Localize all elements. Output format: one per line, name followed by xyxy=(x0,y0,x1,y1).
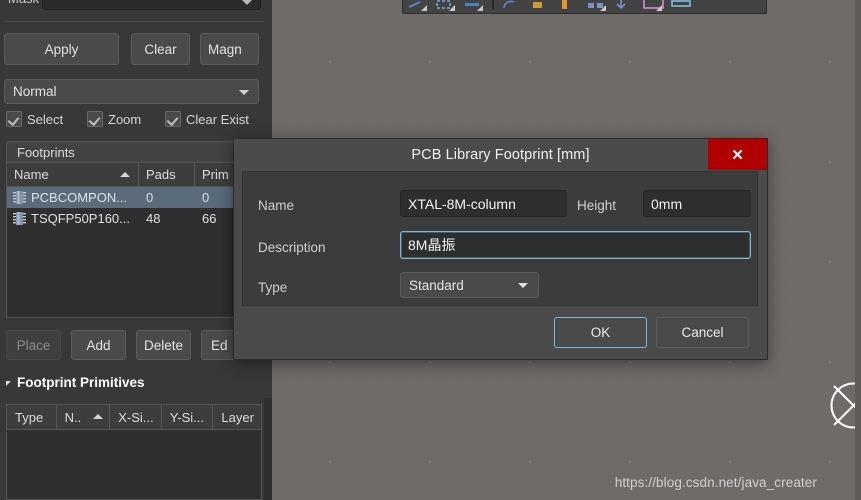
primitives-table-header: Type N.. X-Si... Y-Si... Layer xyxy=(7,405,261,430)
polygon-tool-icon[interactable] xyxy=(642,0,664,11)
footprints-table-header: Name Pads Prim xyxy=(7,163,261,187)
type-label: Type xyxy=(258,280,288,295)
column-header-y-size-label: Y-Si... xyxy=(169,409,204,425)
chevron-down-icon xyxy=(239,90,249,95)
column-header-pads-label: Pads xyxy=(146,167,176,182)
zoom-checkbox-label: Zoom xyxy=(108,111,142,127)
application-window: https://blog.csdn.net/java_creater Apply… xyxy=(0,0,861,500)
cancel-button[interactable]: Cancel xyxy=(656,317,749,348)
string-tool-icon[interactable] xyxy=(586,0,606,11)
table-row[interactable]: TSQFP50P160... 48 66 xyxy=(7,208,261,229)
column-header-x-size-label: X-Si... xyxy=(118,409,154,425)
description-label: Description xyxy=(258,240,326,255)
checkbox-check-icon xyxy=(6,111,22,127)
line-tool-icon[interactable] xyxy=(407,0,427,11)
footprint-primitives-header[interactable]: Footprint Primitives xyxy=(6,375,145,390)
collapse-triangle-icon xyxy=(6,381,11,386)
checkbox-check-icon xyxy=(87,111,103,127)
sort-ascending-icon xyxy=(93,414,104,419)
footprint-pads: 0 xyxy=(146,190,154,205)
magnify-button[interactable]: Magn xyxy=(200,33,259,65)
name-label: Name xyxy=(258,198,295,213)
footprint-pads: 48 xyxy=(146,211,161,226)
dialog-body: Name XTAL-8M-column Height 0mm Descripti… xyxy=(242,171,758,306)
table-row[interactable]: PCBCOMPON... 0 0 xyxy=(7,187,261,208)
canvas-right-border xyxy=(855,0,861,500)
type-combo[interactable]: Standard xyxy=(400,272,539,298)
mask-mode-value: Normal xyxy=(13,84,57,99)
column-header-layer[interactable]: Layer xyxy=(213,405,261,429)
delete-button[interactable]: Delete xyxy=(136,330,191,360)
column-header-pads[interactable]: Pads xyxy=(139,163,195,186)
type-combo-value: Standard xyxy=(409,277,464,293)
column-header-layer-label: Layer xyxy=(221,409,254,425)
ok-button[interactable]: OK xyxy=(554,317,647,348)
pad-tool-icon[interactable] xyxy=(530,0,549,11)
close-icon[interactable]: ✕ xyxy=(708,139,767,170)
height-input[interactable]: 0mm xyxy=(643,190,751,217)
select-checkbox-label: Select xyxy=(27,111,64,127)
dimension-tool-icon[interactable] xyxy=(670,0,691,11)
column-header-type[interactable]: Type xyxy=(7,405,57,429)
column-header-name-label: Name xyxy=(14,167,49,182)
filled-rect-tool-icon[interactable] xyxy=(463,0,483,11)
dialog-title: PCB Library Footprint [mm] xyxy=(411,147,590,163)
column-header-x-size[interactable]: X-Si... xyxy=(110,405,162,429)
column-header-type-label: Type xyxy=(15,409,44,425)
checkbox-check-icon xyxy=(165,111,181,127)
column-header-n-label: N.. xyxy=(64,409,82,425)
footprints-group-title: Footprints xyxy=(6,141,262,163)
height-label: Height xyxy=(577,198,617,213)
column-header-name[interactable]: Name xyxy=(7,163,139,186)
arc-tool-icon[interactable] xyxy=(502,0,521,11)
via-tool-icon[interactable] xyxy=(558,0,577,11)
footprint-primitives-table[interactable]: Type N.. X-Si... Y-Si... Layer xyxy=(6,404,262,500)
name-input[interactable]: XTAL-8M-column xyxy=(400,190,567,217)
column-header-n[interactable]: N.. xyxy=(57,405,111,429)
mask-label: Mask xyxy=(8,0,39,6)
ic-chip-icon xyxy=(7,211,31,226)
clear-button[interactable]: Clear xyxy=(131,33,190,65)
description-input[interactable]: 8M晶振 xyxy=(400,231,751,259)
footprint-name: PCBCOMPON... xyxy=(31,190,128,205)
column-header-y-size[interactable]: Y-Si... xyxy=(162,405,214,429)
chevron-down-icon xyxy=(518,283,528,288)
clear-exist-checkbox-label: Clear Exist xyxy=(186,111,249,127)
left-tool-panel: Mask Apply Clear Magn Normal Select Zoom… xyxy=(0,0,272,500)
place-button[interactable]: Place xyxy=(6,330,61,360)
toolbar-separator xyxy=(491,0,494,11)
footprints-title-label: Footprints xyxy=(17,144,75,160)
panel-divider-1 xyxy=(6,21,264,22)
pcb-drawing-toolbar[interactable] xyxy=(402,0,767,14)
add-button[interactable]: Add xyxy=(71,330,126,360)
zoom-checkbox[interactable]: Zoom xyxy=(87,111,141,127)
pcb-library-footprint-dialog: PCB Library Footprint [mm] ✕ Name XTAL-8… xyxy=(233,138,768,360)
footprint-primitives-title: Footprint Primitives xyxy=(17,375,145,390)
primitives-scrollbar[interactable] xyxy=(264,398,272,500)
mask-combo[interactable] xyxy=(42,0,261,10)
watermark-url: https://blog.csdn.net/java_creater xyxy=(614,475,817,490)
footprints-table[interactable]: Name Pads Prim PCBCOMPON... 0 0 TSQFP50P… xyxy=(6,163,262,318)
column-header-prim-label: Prim xyxy=(202,167,229,182)
mask-mode-combo[interactable]: Normal xyxy=(4,79,259,104)
dashed-rect-tool-icon[interactable] xyxy=(435,0,455,11)
sort-ascending-icon xyxy=(120,172,130,177)
component-body-tool-icon[interactable] xyxy=(614,0,633,11)
ic-chip-icon xyxy=(7,190,31,205)
chevron-down-icon xyxy=(242,0,252,5)
dialog-titlebar[interactable]: PCB Library Footprint [mm] ✕ xyxy=(234,139,767,171)
select-checkbox[interactable]: Select xyxy=(6,111,63,127)
footprint-name: TSQFP50P160... xyxy=(31,211,130,226)
clear-exist-checkbox[interactable]: Clear Exist xyxy=(165,111,249,127)
apply-button[interactable]: Apply xyxy=(4,33,119,65)
